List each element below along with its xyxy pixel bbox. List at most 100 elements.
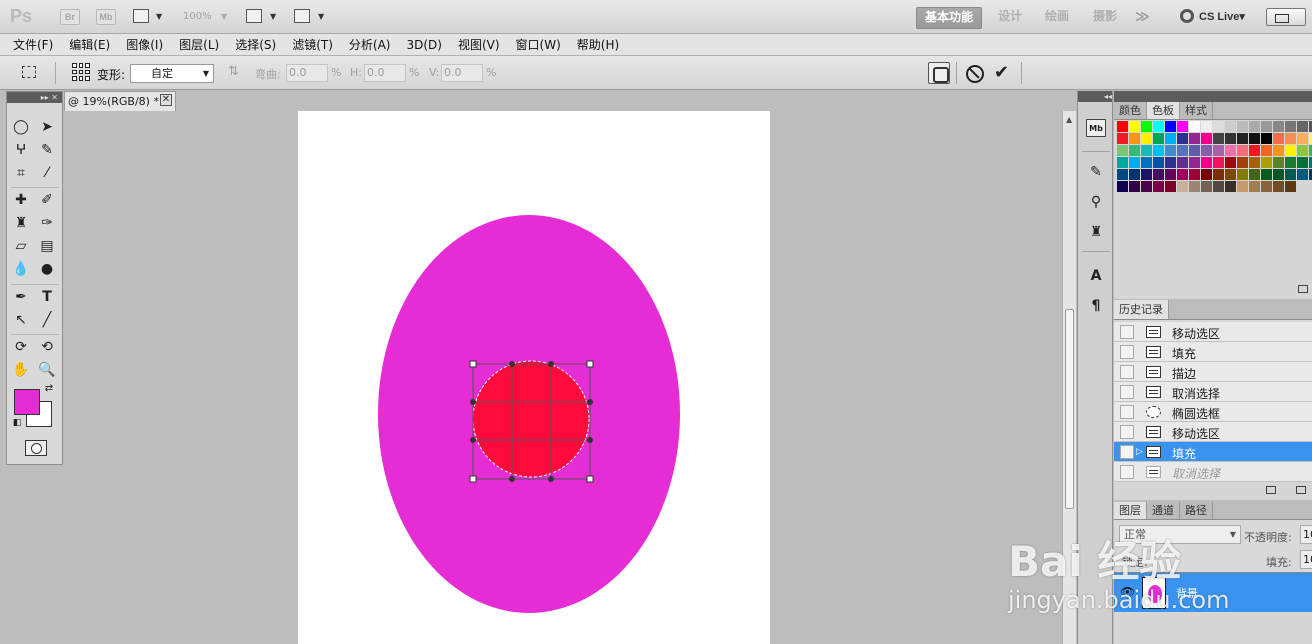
history-item-selected[interactable]: ▷ 填充 — [1114, 442, 1312, 462]
color-swatch[interactable] — [1249, 181, 1260, 192]
color-swatch[interactable] — [1141, 169, 1152, 180]
quick-selection-tool-icon[interactable]: ✎ — [37, 141, 57, 159]
color-swatch[interactable] — [1189, 157, 1200, 168]
new-snapshot-icon[interactable] — [1266, 486, 1276, 494]
tab-swatches[interactable]: 色板 — [1147, 102, 1180, 119]
color-swatch[interactable] — [1237, 169, 1248, 180]
color-swatch[interactable] — [1141, 157, 1152, 168]
color-swatch[interactable] — [1213, 157, 1224, 168]
history-item[interactable]: 椭圆选框 — [1114, 402, 1312, 422]
tools-panel-header[interactable]: ▸▸ ✕ — [7, 92, 62, 103]
color-swatch[interactable] — [1201, 133, 1212, 144]
chevron-down-icon[interactable]: ▼ — [221, 12, 227, 21]
move-tool-icon[interactable]: ➤ — [37, 118, 57, 136]
color-swatch[interactable] — [1177, 169, 1188, 180]
workspace-design-button[interactable]: 设计 — [990, 7, 1030, 29]
color-swatch[interactable] — [1153, 145, 1164, 156]
mini-bridge-button[interactable]: Mb — [96, 9, 116, 25]
history-snapshot-checkbox[interactable] — [1120, 365, 1134, 379]
chevron-down-icon[interactable]: ▼ — [156, 12, 162, 21]
history-item[interactable]: 取消选择 — [1114, 382, 1312, 402]
menu-image[interactable]: 图像(I) — [126, 36, 163, 53]
color-swatch[interactable] — [1117, 169, 1128, 180]
cancel-transform-icon[interactable] — [964, 62, 986, 84]
color-swatch[interactable] — [1165, 145, 1176, 156]
color-swatch[interactable] — [1165, 157, 1176, 168]
color-swatch[interactable] — [1177, 157, 1188, 168]
menu-filter[interactable]: 滤镜(T) — [292, 36, 333, 53]
color-swatch[interactable] — [1225, 157, 1236, 168]
mini-bridge-icon[interactable]: Mb — [1086, 119, 1106, 137]
workspace-painting-button[interactable]: 绘画 — [1037, 7, 1077, 29]
clone-stamp-tool-icon[interactable]: ♜ — [11, 214, 31, 232]
menu-help[interactable]: 帮助(H) — [577, 36, 619, 53]
color-swatch[interactable] — [1285, 169, 1296, 180]
opacity-input[interactable]: 10 — [1300, 525, 1312, 544]
close-icon[interactable]: ✕ — [51, 93, 58, 102]
color-swatch[interactable] — [1189, 145, 1200, 156]
color-swatch[interactable] — [1189, 169, 1200, 180]
tab-layers[interactable]: 图层 — [1114, 502, 1147, 519]
color-swatch[interactable] — [1165, 133, 1176, 144]
color-swatch[interactable] — [1297, 157, 1308, 168]
color-swatch[interactable] — [1189, 181, 1200, 192]
cs-live-button[interactable]: CS Live▾ — [1180, 9, 1245, 23]
lasso-tool-icon[interactable]: ⵖ — [11, 141, 31, 159]
color-swatch[interactable] — [1189, 133, 1200, 144]
tab-paths[interactable]: 路径 — [1180, 502, 1213, 519]
vertical-scrollbar[interactable]: ▲ — [1062, 111, 1076, 644]
color-swatch[interactable] — [1141, 133, 1152, 144]
color-swatch[interactable] — [1261, 121, 1272, 132]
menu-file[interactable]: 文件(F) — [13, 36, 53, 53]
color-swatch[interactable] — [1285, 121, 1296, 132]
3d-rotate-tool-icon[interactable]: ⟳ — [11, 338, 31, 356]
color-swatch[interactable] — [1213, 121, 1224, 132]
color-swatch[interactable] — [1129, 133, 1140, 144]
menu-select[interactable]: 选择(S) — [235, 36, 276, 53]
chevron-down-icon[interactable]: ▼ — [318, 12, 324, 21]
new-swatch-icon[interactable] — [1298, 285, 1308, 293]
menu-layer[interactable]: 图层(L) — [179, 36, 219, 53]
tab-color[interactable]: 颜色 — [1114, 102, 1147, 119]
color-swatch[interactable] — [1249, 157, 1260, 168]
clone-source-icon[interactable]: ⚲ — [1086, 193, 1106, 211]
history-item-undone[interactable]: 取消选择 — [1114, 462, 1312, 482]
color-swatch[interactable] — [1237, 133, 1248, 144]
arrange-documents-icon[interactable] — [246, 9, 262, 23]
color-swatch[interactable] — [1129, 169, 1140, 180]
color-swatch[interactable] — [1273, 157, 1284, 168]
color-swatch[interactable] — [1141, 121, 1152, 132]
gradient-tool-icon[interactable]: ▤ — [37, 237, 57, 255]
history-item[interactable]: 描边 — [1114, 362, 1312, 382]
color-swatch[interactable] — [1117, 157, 1128, 168]
color-swatch[interactable] — [1297, 145, 1308, 156]
close-document-icon[interactable]: ✕ — [160, 94, 172, 106]
color-swatch[interactable] — [1165, 181, 1176, 192]
color-swatch[interactable] — [1297, 121, 1308, 132]
color-swatch[interactable] — [1177, 181, 1188, 192]
color-swatch[interactable] — [1237, 181, 1248, 192]
tab-history[interactable]: 历史记录 — [1114, 300, 1169, 319]
color-swatch[interactable] — [1225, 181, 1236, 192]
hand-tool-icon[interactable]: ✋ — [11, 361, 31, 379]
swatch-grid[interactable] — [1117, 121, 1312, 192]
history-snapshot-checkbox[interactable] — [1120, 345, 1134, 359]
h-distortion-input[interactable]: 0.0 — [364, 64, 406, 82]
workspace-essentials-button[interactable]: 基本功能 — [916, 7, 983, 29]
scrollbar-thumb[interactable] — [1065, 309, 1074, 509]
color-swatch[interactable] — [1273, 145, 1284, 156]
pen-tool-icon[interactable]: ✒ — [11, 288, 31, 306]
color-swatch[interactable] — [1129, 121, 1140, 132]
menu-view[interactable]: 视图(V) — [458, 36, 500, 53]
window-restore-button[interactable] — [1266, 8, 1306, 26]
color-swatch[interactable] — [1261, 181, 1272, 192]
color-swatch[interactable] — [1273, 121, 1284, 132]
tool-preset-picker[interactable] — [8, 62, 56, 84]
color-swatch[interactable] — [1117, 121, 1128, 132]
dodge-tool-icon[interactable]: ● — [37, 260, 57, 278]
eyedropper-tool-icon[interactable]: ⁄ — [37, 164, 57, 182]
color-swatch[interactable] — [1153, 133, 1164, 144]
color-swatch[interactable] — [1201, 121, 1212, 132]
color-swatch[interactable] — [1141, 181, 1152, 192]
color-swatch[interactable] — [1261, 157, 1272, 168]
